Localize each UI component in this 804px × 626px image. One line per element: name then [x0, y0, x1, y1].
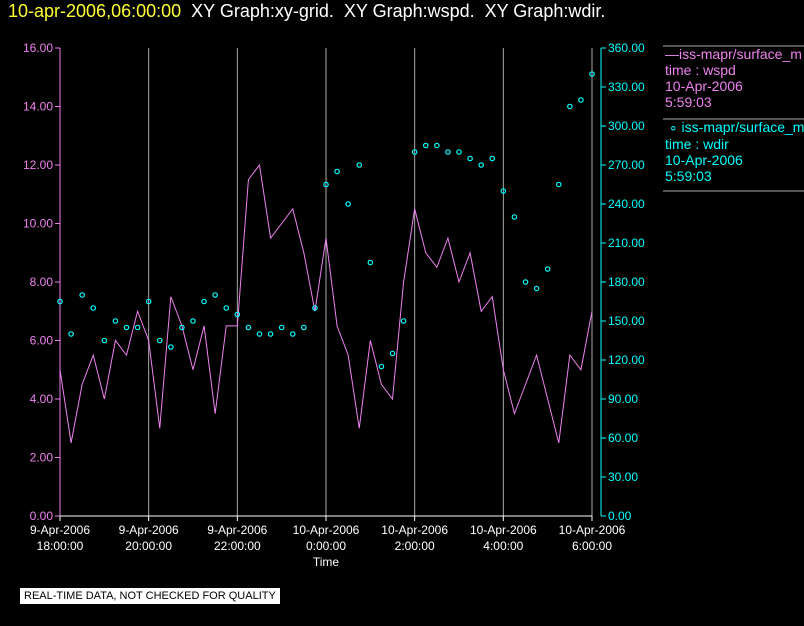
point-wdir [422, 142, 429, 149]
left-tick-label: 10.00 [23, 217, 53, 231]
point-wdir [334, 168, 340, 175]
left-tick-label: 2.00 [30, 451, 54, 465]
legend-series-name: iss-mapr/surface_m [681, 119, 804, 135]
right-tick-label: 210.00 [608, 236, 645, 250]
point-wdir [478, 162, 484, 168]
x-tick-label: 6:00:00 [572, 539, 612, 553]
right-tick-label: 90.00 [608, 392, 638, 406]
point-wdir [356, 162, 363, 168]
x-tick-label: 22:00:00 [214, 539, 261, 553]
right-tick-label: 0.00 [608, 509, 632, 523]
quality-note: REAL-TIME DATA, NOT CHECKED FOR QUALITY [20, 588, 280, 604]
right-tick-label: 240.00 [608, 197, 645, 211]
point-wdir [212, 292, 218, 298]
legend-var: time : wspd [665, 62, 736, 78]
left-tick-label: 12.00 [23, 158, 53, 172]
point-wdir [256, 331, 263, 337]
point-wdir [533, 285, 540, 292]
left-tick-label: 8.00 [30, 275, 54, 289]
point-wdir [555, 181, 562, 188]
legend-date: 10-Apr-2006 [665, 78, 743, 94]
left-tick-label: 4.00 [30, 392, 54, 406]
x-tick-label: 9-Apr-2006 [30, 523, 90, 537]
legend-wdir: ∘ iss-mapr/surface_m time : wdir 10-Apr-… [665, 119, 804, 184]
point-wdir [278, 324, 285, 331]
legend-series-name: iss-mapr/surface_m [679, 46, 802, 62]
legend-date: 10-Apr-2006 [665, 152, 743, 168]
left-tick-label: 16.00 [23, 41, 53, 55]
right-tick-label: 30.00 [608, 470, 638, 484]
left-tick-label: 0.00 [30, 509, 54, 523]
x-tick-label: 20:00:00 [125, 539, 172, 553]
point-wdir [511, 214, 518, 220]
point-wdir [201, 298, 207, 305]
x-tick-label: 0:00:00 [306, 539, 346, 553]
point-wdir [112, 318, 119, 324]
left-tick-label: 14.00 [23, 100, 53, 114]
right-tick-label: 300.00 [608, 119, 645, 133]
point-wdir [578, 97, 584, 103]
point-wdir [367, 259, 374, 266]
point-wdir [400, 318, 407, 324]
x-tick-label: 18:00:00 [37, 539, 84, 553]
legend-wspd: —iss-mapr/surface_m time : wspd 10-Apr-2… [665, 46, 804, 110]
point-wdir [79, 292, 85, 298]
x-tick-label: 9-Apr-2006 [207, 523, 267, 537]
point-wdir [434, 142, 440, 149]
right-tick-label: 270.00 [608, 158, 645, 172]
point-wdir [156, 337, 163, 344]
point-wdir [345, 201, 351, 207]
right-tick-label: 150.00 [608, 314, 645, 328]
point-wdir [68, 331, 74, 337]
x-tick-label: 10-Apr-2006 [470, 523, 537, 537]
point-wdir [389, 350, 396, 357]
point-wdir [301, 324, 307, 331]
point-wdir [123, 324, 130, 331]
point-wdir [101, 337, 108, 344]
point-wdir [489, 155, 496, 162]
point-wdir [445, 149, 451, 155]
point-wdir [134, 324, 141, 331]
right-tick-label: 360.00 [608, 41, 645, 55]
x-tick-label: 9-Apr-2006 [119, 523, 179, 537]
point-wdir [378, 363, 385, 370]
point-wdir [567, 103, 573, 110]
legend-line-icon: — [665, 46, 679, 62]
right-tick-label: 120.00 [608, 353, 645, 367]
legend-time: 5:59:03 [665, 168, 712, 184]
x-tick-label: 2:00:00 [395, 539, 435, 553]
point-wdir [223, 305, 230, 311]
point-wdir [190, 318, 196, 324]
point-wdir [522, 279, 529, 285]
legend-circle-icon: ∘ [668, 119, 678, 135]
point-wdir [289, 331, 296, 337]
legend-var: time : wdir [665, 136, 729, 152]
point-wdir [467, 155, 473, 162]
x-tick-label: 10-Apr-2006 [559, 523, 626, 537]
point-wdir [245, 324, 252, 331]
right-tick-label: 60.00 [608, 431, 638, 445]
right-tick-label: 330.00 [608, 80, 645, 94]
point-wdir [544, 266, 551, 272]
x-axis-label: Time [313, 555, 340, 569]
left-tick-label: 6.00 [30, 334, 54, 348]
x-tick-label: 10-Apr-2006 [293, 523, 360, 537]
point-wdir [168, 344, 174, 350]
x-tick-label: 10-Apr-2006 [381, 523, 448, 537]
x-tick-label: 4:00:00 [483, 539, 523, 553]
point-wdir [267, 331, 274, 337]
legend-time: 5:59:03 [665, 94, 712, 110]
right-tick-label: 180.00 [608, 275, 645, 289]
point-wdir [90, 305, 97, 311]
point-wdir [456, 149, 462, 155]
